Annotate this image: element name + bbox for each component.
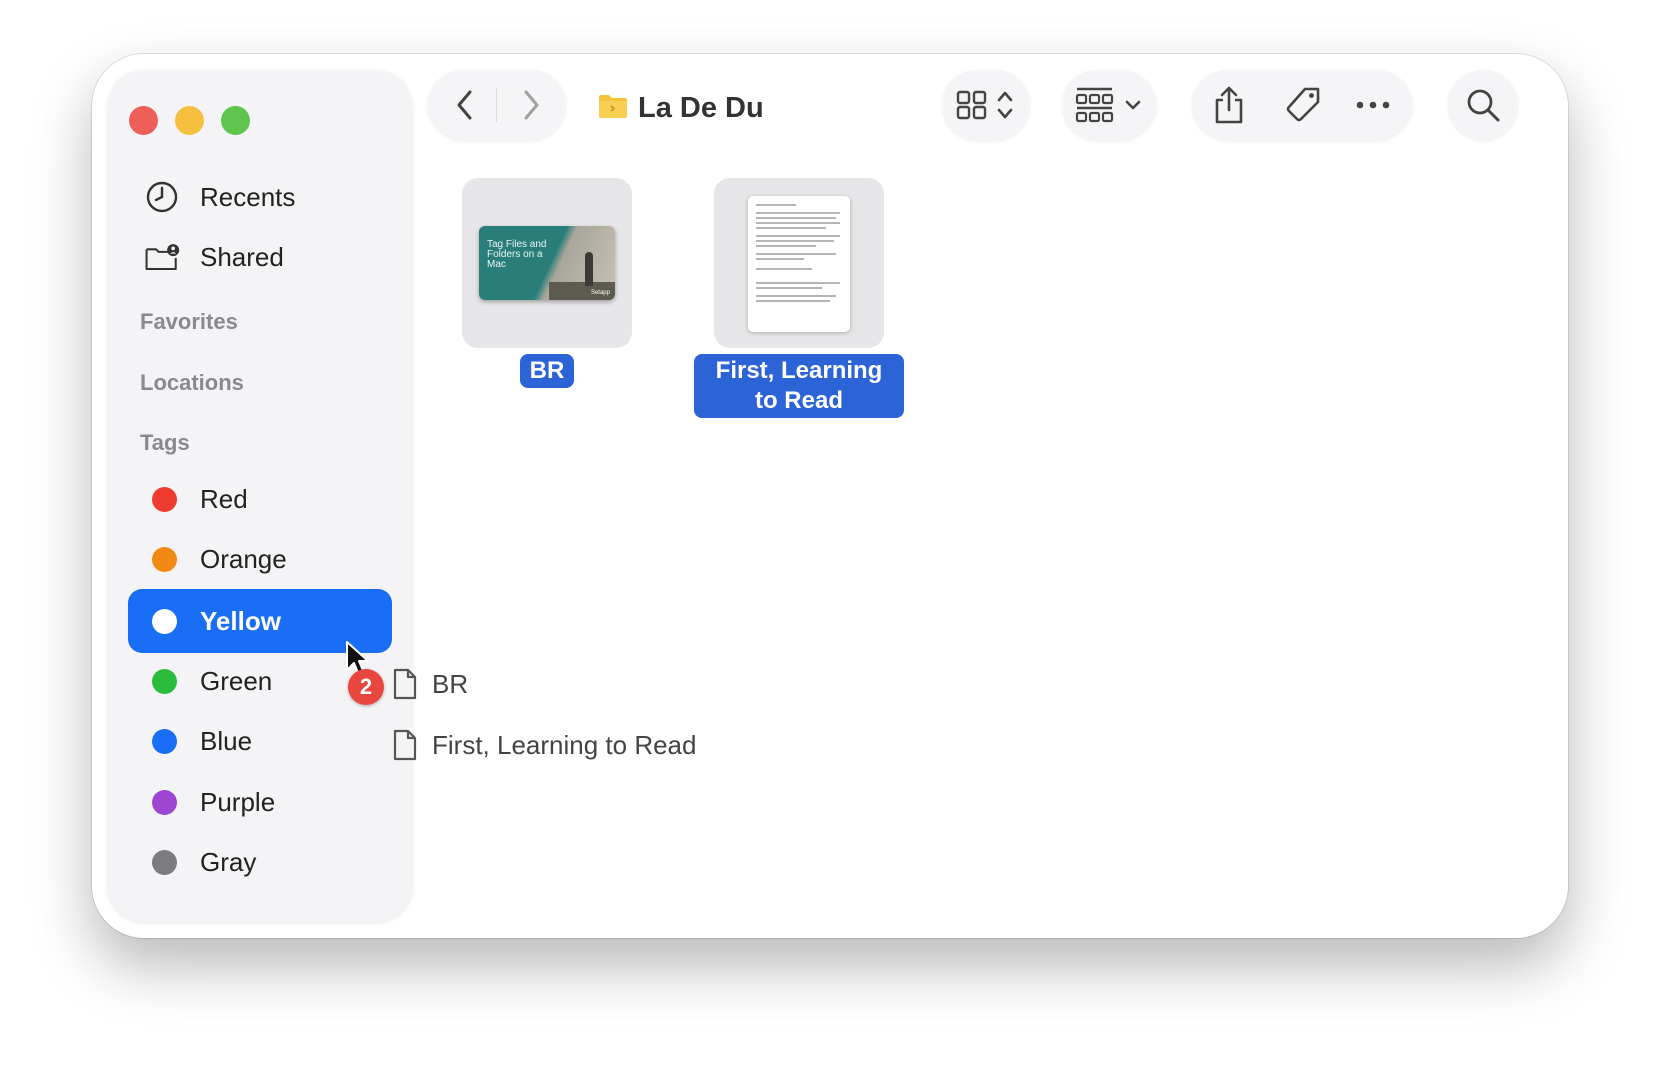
document-icon (393, 668, 417, 700)
close-window-button[interactable] (129, 106, 158, 135)
blue-tag-icon (152, 728, 177, 754)
chevron-left-icon (457, 90, 472, 120)
file-name[interactable]: BR (519, 354, 575, 388)
sidebar-tag-gray[interactable]: Gray (108, 839, 412, 885)
forward-button[interactable] (508, 82, 554, 128)
icon-view-icon (956, 90, 1013, 120)
document-thumbnail (748, 196, 850, 332)
sidebar-tag-blue[interactable]: Blue (108, 718, 412, 764)
drag-item-label: BR (432, 668, 469, 699)
share-button[interactable] (1206, 82, 1252, 128)
drag-preview-item: First, Learning to Read (392, 729, 696, 761)
chevron-right-icon (524, 90, 539, 120)
ellipsis-icon (1356, 101, 1390, 109)
sidebar-item-label: Recents (200, 181, 296, 212)
sidebar-item-label: Gray (200, 846, 257, 877)
search-icon (1467, 89, 1500, 122)
red-tag-icon (152, 486, 177, 512)
sidebar-item-label: Green (200, 665, 273, 696)
file-item-first-learning-to-read[interactable]: First, Learning to Read (694, 178, 904, 418)
file-item-br[interactable]: Tag Files and Folders on a Mac Setapp BR (442, 178, 652, 388)
document-icon (393, 729, 417, 761)
back-button[interactable] (442, 82, 488, 128)
more-button[interactable] (1350, 82, 1396, 128)
green-tag-icon (152, 668, 177, 694)
sidebar-item-label: Yellow (200, 605, 281, 636)
section-favorites[interactable]: Favorites (140, 309, 238, 335)
sidebar-item-label: Orange (200, 543, 287, 574)
sidebar-item-recents[interactable]: Recents (108, 174, 412, 220)
tag-button[interactable] (1280, 82, 1326, 128)
orange-tag-icon (152, 546, 177, 572)
section-tags[interactable]: Tags (140, 430, 190, 456)
search-button[interactable] (1448, 70, 1518, 140)
divider (496, 88, 497, 122)
finder-window: Recents Shared Favorites Locations Tags … (92, 54, 1568, 938)
zoom-window-button[interactable] (221, 106, 250, 135)
tag-icon (1286, 87, 1320, 122)
sidebar-item-label: Red (200, 483, 248, 514)
actions-pill (1192, 70, 1412, 140)
navigation-pill (428, 70, 566, 140)
sidebar-tag-purple[interactable]: Purple (108, 779, 412, 825)
section-locations[interactable]: Locations (140, 370, 244, 396)
thumbnail-logo: Setapp (590, 290, 610, 296)
drag-item-label: First, Learning to Read (432, 729, 697, 760)
clock-icon (144, 179, 180, 215)
sidebar-tag-red[interactable]: Red (108, 476, 412, 522)
purple-tag-icon (152, 789, 177, 815)
share-icon (1215, 86, 1243, 124)
group-button[interactable] (1062, 70, 1156, 140)
minimize-window-button[interactable] (175, 106, 204, 135)
yellow-tag-icon (152, 608, 177, 634)
drag-count-badge: 2 (348, 669, 384, 705)
shared-folder-icon (144, 239, 180, 275)
folder-icon (598, 93, 628, 124)
thumbnail-text: Tag Files and Folders on a Mac (487, 239, 547, 270)
sidebar-item-label: Blue (200, 725, 253, 756)
sidebar-item-shared[interactable]: Shared (108, 234, 412, 280)
sidebar-item-label: Purple (200, 786, 276, 817)
gray-tag-icon (152, 849, 177, 875)
sidebar-tag-orange[interactable]: Orange (108, 536, 412, 582)
window-title: La De Du (598, 90, 764, 126)
file-thumbnail: Tag Files and Folders on a Mac Setapp (462, 178, 632, 348)
sidebar-item-label: Shared (200, 241, 284, 272)
sidebar: Recents Shared Favorites Locations Tags … (108, 70, 412, 922)
window-title-text: La De Du (638, 91, 764, 124)
drag-preview-item: BR (392, 668, 468, 700)
view-mode-button[interactable] (942, 70, 1030, 140)
image-thumbnail: Tag Files and Folders on a Mac Setapp (479, 226, 615, 300)
file-name[interactable]: First, Learning to Read (694, 354, 904, 418)
file-thumbnail (714, 178, 884, 348)
group-icon (1075, 87, 1141, 123)
